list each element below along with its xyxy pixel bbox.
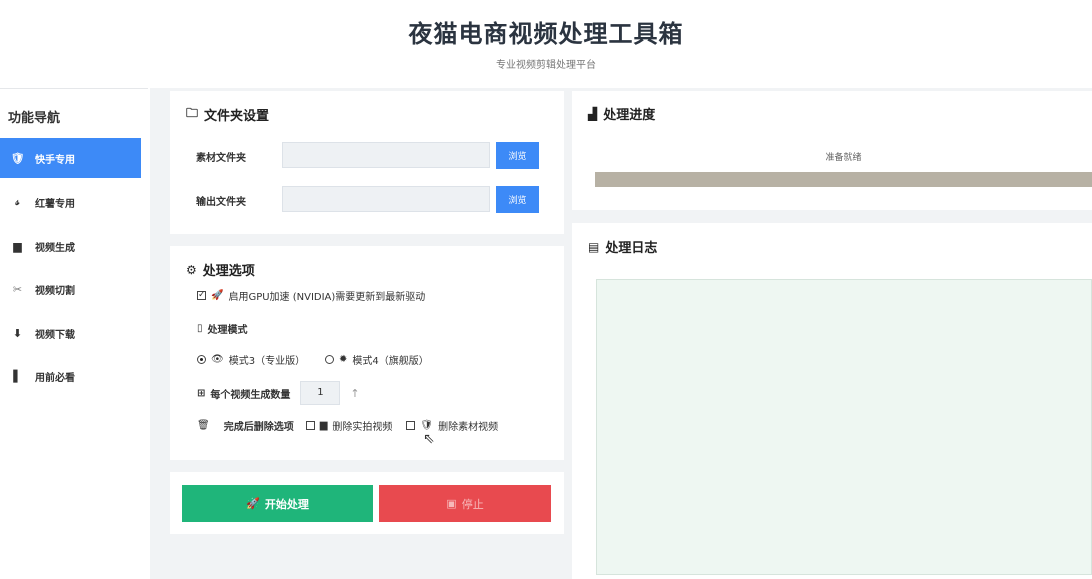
- log-output[interactable]: [596, 279, 1092, 575]
- source-browse-button[interactable]: 浏览: [496, 142, 539, 169]
- sidebar-item-label: 视频切割: [35, 285, 75, 297]
- progress-status: 准备就绪: [825, 153, 862, 163]
- delete-options-title: 完成后删除选项: [223, 422, 294, 433]
- leaf-icon: 𝓈: [15, 195, 20, 208]
- rocket-icon: 🚀: [246, 497, 260, 510]
- stop-button[interactable]: ▣ 停止: [379, 485, 551, 522]
- delete-material-label[interactable]: 删除素材视频: [438, 418, 498, 433]
- sidebar-item-video-download[interactable]: ⬇ 视频下载: [0, 313, 141, 353]
- sidebar: 功能导航 🛡 快手专用 𝓈 红薯专用 ▆ 视频生成 ✂ 视频切割 ⬇ 视频下载 …: [0, 88, 148, 579]
- mode-section: ▯ 处理模式: [197, 321, 248, 336]
- chart-icon: ▟: [588, 106, 598, 121]
- gear-icon: ⚙: [186, 262, 197, 277]
- delete-options-row: 🗑 完成后删除选项 ▆ 删除实拍视频 🛡 删除素材视频: [197, 418, 498, 433]
- start-button[interactable]: 🚀 开始处理: [182, 485, 373, 522]
- processing-options-panel: ⚙ 处理选项 ✓ 🚀 启用GPU加速 (NVIDIA)需要更新到最新驱动 ▯ 处…: [170, 246, 564, 460]
- mode3-option[interactable]: 👁 模式3（专业版）: [197, 352, 305, 367]
- app-header: 夜猫电商视频处理工具箱 专业视频剪辑处理平台: [0, 0, 1092, 88]
- sidebar-item-must-read[interactable]: ▌ 用前必看: [0, 356, 141, 396]
- sidebar-item-video-generate[interactable]: ▆ 视频生成: [0, 226, 141, 266]
- progress-title: ▟ 处理进度: [588, 104, 656, 124]
- trash-icon: 🗑: [197, 420, 210, 431]
- output-browse-button[interactable]: 浏览: [496, 186, 539, 213]
- clapperboard-icon: ▆: [319, 420, 328, 431]
- thermometer-icon: ▌: [13, 369, 22, 383]
- sidebar-title: 功能导航: [8, 111, 61, 126]
- mode3-label: 模式3（专业版）: [228, 356, 306, 367]
- delete-shot-label[interactable]: 删除实拍视频: [332, 418, 392, 433]
- gpu-checkbox[interactable]: ✓: [197, 291, 206, 300]
- gpu-label: 启用GPU加速 (NVIDIA)需要更新到最新驱动: [228, 292, 426, 303]
- folder-icon: 🗀: [186, 106, 199, 120]
- output-folder-input[interactable]: [282, 186, 490, 212]
- stop-button-label: 停止: [461, 497, 484, 511]
- sidebar-item-xiaohongshu[interactable]: 𝓈 红薯专用: [0, 182, 141, 222]
- app-title: 夜猫电商视频处理工具箱: [408, 20, 684, 48]
- processing-options-title: ⚙ 处理选项: [186, 260, 255, 280]
- start-button-label: 开始处理: [264, 497, 309, 511]
- mode4-label: 模式4（旗舰版）: [352, 356, 429, 367]
- count-increment-icon[interactable]: ↑: [350, 387, 359, 400]
- scissors-icon: ✂: [12, 282, 23, 296]
- mouse-cursor-icon: ⇖: [423, 431, 435, 447]
- log-title-text: 处理日志: [605, 241, 658, 256]
- sidebar-item-label: 视频下载: [35, 329, 75, 341]
- sidebar-item-label: 用前必看: [35, 372, 75, 384]
- clapperboard-icon: ▆: [13, 239, 22, 253]
- delete-material-checkbox[interactable]: [406, 421, 416, 430]
- count-input[interactable]: 1: [300, 381, 341, 405]
- count-label: 每个视频生成数量: [210, 389, 291, 401]
- sidebar-item-video-cut[interactable]: ✂ 视频切割: [0, 269, 141, 309]
- shield-icon: 🛡: [420, 420, 434, 431]
- sidebar-item-kuaishou[interactable]: 🛡 快手专用: [0, 138, 141, 178]
- folder-settings-title-text: 文件夹设置: [204, 109, 270, 124]
- mode4-option[interactable]: ✹ 模式4（旗舰版）: [325, 352, 429, 367]
- grid-icon: ⊞: [197, 387, 206, 399]
- processing-options-title-text: 处理选项: [202, 264, 255, 279]
- stop-icon: ▣: [446, 497, 457, 510]
- rocket-icon: 🚀: [211, 290, 224, 301]
- progress-title-text: 处理进度: [603, 108, 656, 123]
- app-subtitle: 专业视频剪辑处理平台: [496, 60, 596, 71]
- mode3-radio[interactable]: [197, 355, 206, 364]
- delete-shot-checkbox[interactable]: [305, 421, 315, 430]
- source-folder-input[interactable]: [282, 142, 490, 168]
- sidebar-item-label: 视频生成: [35, 242, 75, 254]
- folder-settings-panel: 🗀 文件夹设置 素材文件夹 浏览 输出文件夹 浏览: [170, 91, 564, 234]
- source-folder-label: 素材文件夹: [196, 153, 246, 164]
- eye-icon: 👁: [211, 354, 224, 365]
- output-folder-label: 输出文件夹: [196, 197, 246, 208]
- sidebar-item-label: 快手专用: [35, 154, 75, 166]
- gpu-option[interactable]: ✓ 🚀 启用GPU加速 (NVIDIA)需要更新到最新驱动: [197, 288, 425, 303]
- download-icon: ⬇: [12, 326, 23, 340]
- clipboard-icon: ▤: [588, 239, 600, 254]
- progress-bar-fill: [595, 172, 1092, 187]
- phone-icon: ▯: [197, 323, 203, 334]
- mode4-radio[interactable]: [325, 355, 334, 364]
- sparkle-icon: ✹: [339, 354, 348, 365]
- sidebar-item-label: 红薯专用: [35, 198, 75, 210]
- count-row: ⊞ 每个视频生成数量 1 ↑: [197, 381, 360, 405]
- mode-section-title: 处理模式: [207, 325, 248, 336]
- shield-icon: 🛡: [10, 151, 25, 165]
- log-title: ▤ 处理日志: [588, 237, 658, 257]
- progress-bar: [595, 172, 1092, 187]
- folder-settings-title: 🗀 文件夹设置: [186, 104, 269, 125]
